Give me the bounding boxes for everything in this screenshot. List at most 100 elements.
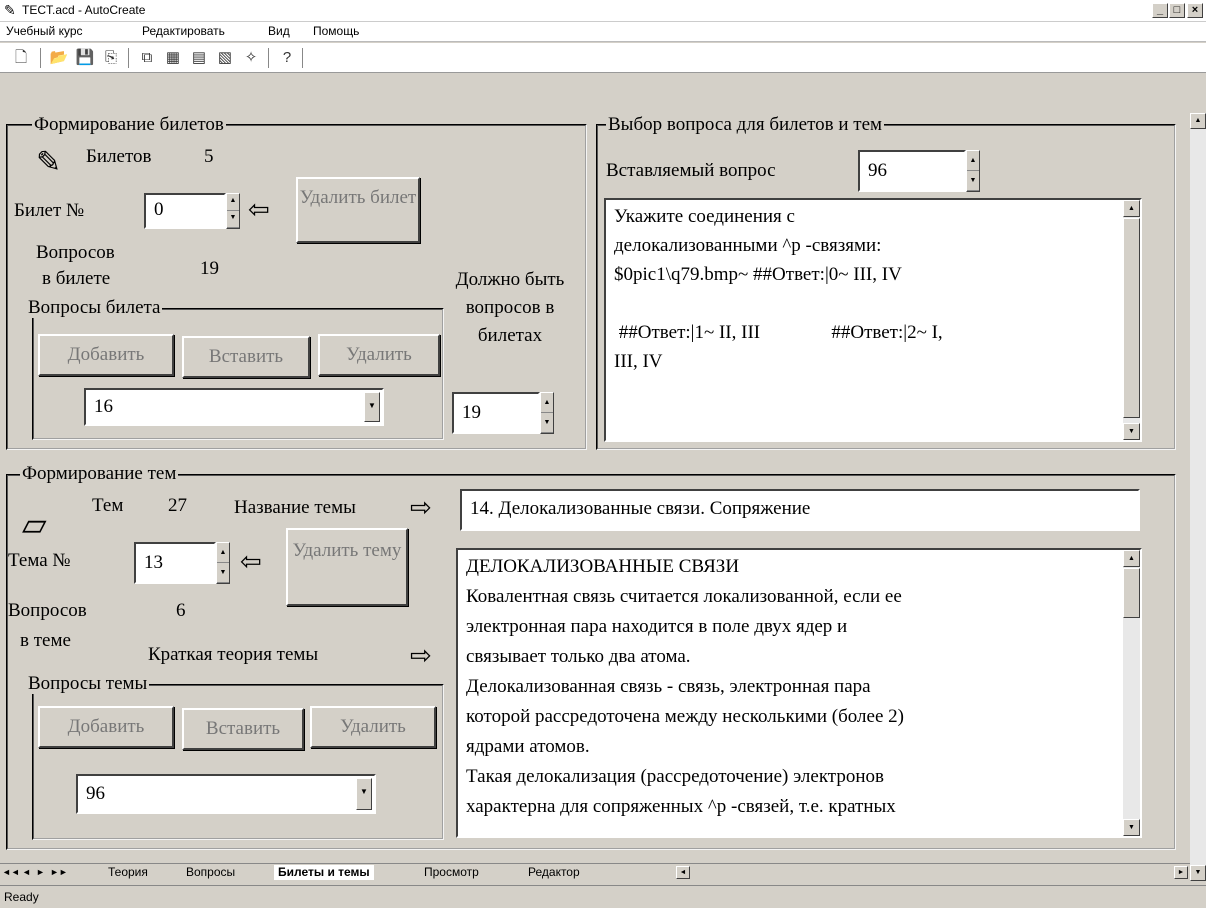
- tab-last-icon[interactable]: ►►: [50, 865, 68, 880]
- scroll-down-icon[interactable]: ▼: [1123, 819, 1140, 836]
- question-text-area[interactable]: Укажите соединения с делокализованными ^…: [604, 198, 1142, 442]
- app-icon: ✎: [4, 2, 16, 18]
- menu-edit[interactable]: Редактировать: [142, 24, 225, 38]
- question-select-group-title: Выбор вопроса для билетов и тем: [606, 114, 885, 135]
- question-text-line: ##Ответ:|1~ II, III ##Ответ:|2~ I,: [614, 322, 943, 343]
- theory-text-scrollbar[interactable]: ▲ ▼: [1123, 550, 1140, 836]
- scroll-down-icon[interactable]: ▼: [1123, 423, 1140, 440]
- topics-book-icon: ▱: [22, 506, 47, 542]
- questions-in-topic-label: Вопросов: [8, 600, 87, 621]
- open-folder-icon[interactable]: 📂: [48, 48, 70, 68]
- topic-remove-question-button[interactable]: Удалить: [310, 706, 436, 748]
- insert-question-label: Вставляемый вопрос: [606, 160, 776, 181]
- help-icon[interactable]: ?: [276, 48, 298, 68]
- copy-icon[interactable]: ⧉: [136, 48, 158, 68]
- tickets-count-value: 5: [204, 146, 214, 167]
- ticket-add-question-button[interactable]: Добавить: [38, 334, 174, 376]
- chevron-down-icon[interactable]: ▼: [356, 778, 372, 810]
- topic-question-dropdown-value: 96: [86, 783, 105, 804]
- ticket-insert-question-button[interactable]: Вставить: [182, 336, 310, 378]
- ticket-remove-question-button[interactable]: Удалить: [318, 334, 440, 376]
- question-text-line: [614, 289, 1114, 318]
- insert-question-field[interactable]: 96: [858, 150, 966, 192]
- topic-insert-question-button[interactable]: Вставить: [182, 708, 304, 750]
- topic-question-dropdown[interactable]: 96 ▼: [76, 774, 376, 814]
- questions-in-topic-value: 6: [176, 600, 186, 621]
- image-icon[interactable]: ▦: [162, 48, 184, 68]
- toolbar: 🗋 📂 💾 ⎘ ⧉ ▦ ▤ ▧ ✧ ?: [0, 43, 1206, 73]
- status-bar: Ready: [0, 885, 1206, 908]
- maximize-button[interactable]: □: [1169, 3, 1185, 18]
- theory-text-line: связывает только два атома.: [466, 646, 691, 667]
- question-text-line: Укажите соединения с: [614, 206, 795, 227]
- question-text-line: $0pic1\q79.bmp~ ##Ответ:|0~ III, IV: [614, 264, 902, 285]
- question-text-scrollbar[interactable]: ▲ ▼: [1123, 200, 1140, 440]
- ticket-no-label: Билет №: [14, 200, 85, 221]
- toolbar-separator: [268, 48, 270, 68]
- toolbar-separator: [128, 48, 130, 68]
- tab-editor[interactable]: Редактор: [528, 865, 580, 880]
- menu-bar: Учебный курс Редактировать Вид Помощь: [0, 22, 1206, 42]
- insert-question-spinner[interactable]: ▲ ▼: [966, 150, 980, 192]
- ticket-no-spinner[interactable]: ▲ ▼: [226, 193, 240, 229]
- image-edit-icon[interactable]: ▧: [214, 48, 236, 68]
- topic-add-question-button[interactable]: Добавить: [38, 706, 174, 748]
- scroll-up-icon[interactable]: ▲: [1190, 113, 1206, 129]
- menu-help[interactable]: Помощь: [313, 24, 359, 38]
- arrow-left-icon: ⇦: [248, 194, 270, 224]
- image-list-icon[interactable]: ▤: [188, 48, 210, 68]
- arrow-right-icon: ⇨: [410, 492, 432, 522]
- topic-no-spinner[interactable]: ▲ ▼: [216, 542, 230, 584]
- ticket-question-dropdown[interactable]: 16 ▼: [84, 388, 384, 426]
- scroll-up-icon[interactable]: ▲: [1123, 550, 1140, 567]
- menu-view[interactable]: Вид: [268, 24, 290, 38]
- topic-theory-text-area[interactable]: ДЕЛОКАЛИЗОВАННЫЕ СВЯЗИ Ковалентная связь…: [456, 548, 1142, 838]
- theory-text-line: Такая делокализация (рассредоточение) эл…: [466, 766, 884, 787]
- topic-name-field[interactable]: 14. Делокализованные связи. Сопряжение: [460, 489, 1140, 531]
- tab-theory[interactable]: Теория: [108, 865, 148, 880]
- tab-preview[interactable]: Просмотр: [424, 865, 479, 880]
- scroll-thumb[interactable]: [1123, 568, 1140, 618]
- topic-name-label: Название темы: [234, 497, 356, 518]
- scroll-down-icon[interactable]: ▼: [1190, 865, 1206, 881]
- save-as-icon[interactable]: ⎘: [100, 48, 122, 68]
- theory-text-line: которой рассредоточена между несколькими…: [466, 706, 904, 727]
- topic-no-label: Тема №: [8, 550, 71, 571]
- chevron-down-icon[interactable]: ▼: [364, 392, 380, 422]
- scroll-up-icon[interactable]: ▲: [1123, 200, 1140, 217]
- delete-topic-button[interactable]: Удалить тему: [286, 528, 408, 606]
- tab-first-icon[interactable]: ◄◄: [2, 865, 20, 880]
- arrow-right-icon: ⇨: [410, 640, 432, 670]
- main-vertical-scrollbar[interactable]: ▲ ▼: [1190, 113, 1206, 881]
- must-be-questions-spinner[interactable]: ▲ ▼: [540, 392, 554, 434]
- topic-questions-group-title: Вопросы темы: [26, 673, 150, 694]
- wizard-icon[interactable]: ✧: [240, 48, 262, 68]
- questions-in-ticket-value: 19: [200, 258, 219, 279]
- topics-group-title: Формирование тем: [20, 463, 179, 484]
- delete-ticket-button[interactable]: Удалить билет: [296, 177, 420, 243]
- close-button[interactable]: ×: [1187, 3, 1203, 18]
- tab-next-icon[interactable]: ►: [36, 865, 45, 880]
- tab-prev-icon[interactable]: ◄: [22, 865, 31, 880]
- menu-course[interactable]: Учебный курс: [6, 24, 83, 38]
- must-be-questions-field[interactable]: 19: [452, 392, 540, 434]
- scroll-thumb[interactable]: [1123, 218, 1140, 418]
- tab-tickets-topics[interactable]: Билеты и темы: [274, 865, 374, 880]
- tab-questions[interactable]: Вопросы: [186, 865, 235, 880]
- new-file-icon[interactable]: 🗋: [10, 48, 32, 68]
- toolbar-separator: [40, 48, 42, 68]
- ticket-no-field[interactable]: 0: [144, 193, 226, 229]
- questions-in-ticket-label-2: в билете: [42, 268, 111, 289]
- theory-text-line: ядрами атомов.: [466, 736, 590, 757]
- ticket-question-dropdown-value: 16: [94, 396, 113, 417]
- topic-no-field[interactable]: 13: [134, 542, 216, 584]
- must-be-questions-label: Должно быть вопросов в билетах: [455, 269, 565, 346]
- tickets-group-title: Формирование билетов: [32, 114, 226, 135]
- hscroll-left-icon[interactable]: ◄: [676, 866, 690, 879]
- minimize-button[interactable]: _: [1152, 3, 1168, 18]
- hscroll-right-icon[interactable]: ►: [1174, 866, 1188, 879]
- save-icon[interactable]: 💾: [74, 48, 96, 68]
- theory-text-line: характерна для сопряженных ^p -связей, т…: [466, 796, 896, 817]
- topic-theory-label: Краткая теория темы: [148, 644, 319, 665]
- tickets-count-label: Билетов: [86, 146, 152, 167]
